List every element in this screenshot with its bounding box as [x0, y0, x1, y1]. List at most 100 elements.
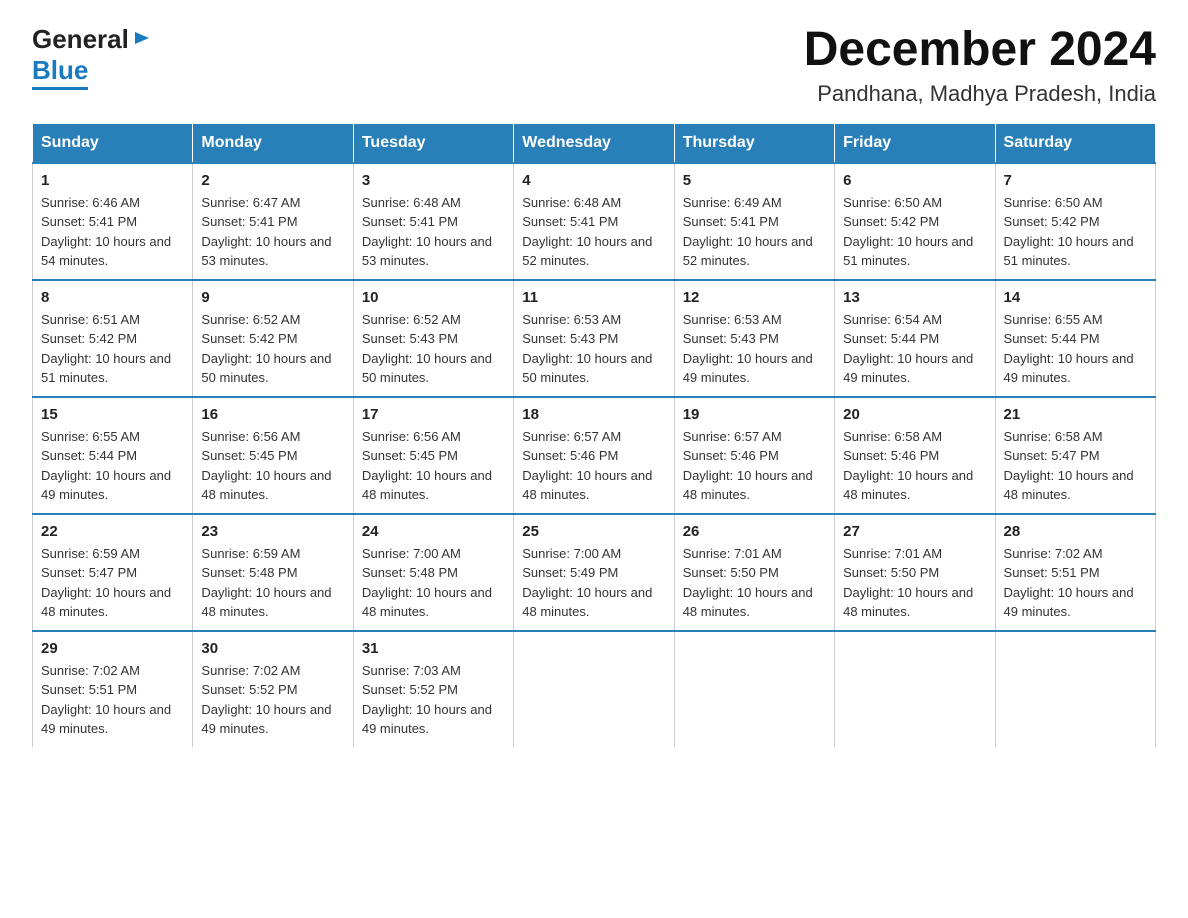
day-number: 4 — [522, 172, 665, 189]
calendar-cell — [835, 631, 995, 747]
calendar-cell — [995, 631, 1155, 747]
day-info: Sunrise: 6:59 AMSunset: 5:47 PMDaylight:… — [41, 544, 184, 622]
day-number: 29 — [41, 640, 184, 657]
day-info: Sunrise: 6:58 AMSunset: 5:47 PMDaylight:… — [1004, 427, 1147, 505]
calendar-cell: 20Sunrise: 6:58 AMSunset: 5:46 PMDayligh… — [835, 397, 995, 514]
col-header-wednesday: Wednesday — [514, 123, 674, 163]
day-number: 5 — [683, 172, 826, 189]
calendar-cell: 1 Sunrise: 6:46 AMSunset: 5:41 PMDaylight… — [33, 163, 193, 280]
calendar-cell: 25 Sunrise: 7:00 AMSunset: 5:49 PMDayligh… — [514, 514, 674, 631]
day-info: Sunrise: 6:59 AMSunset: 5:48 PMDaylight:… — [201, 544, 344, 622]
day-info: Sunrise: 6:53 AMSunset: 5:43 PMDaylight:… — [522, 310, 665, 388]
calendar-cell: 31Sunrise: 7:03 AMSunset: 5:52 PMDayligh… — [353, 631, 513, 747]
calendar-cell: 6 Sunrise: 6:50 AMSunset: 5:42 PMDaylight… — [835, 163, 995, 280]
day-info: Sunrise: 7:00 AMSunset: 5:49 PMDaylight:… — [522, 544, 665, 622]
col-header-tuesday: Tuesday — [353, 123, 513, 163]
col-header-sunday: Sunday — [33, 123, 193, 163]
calendar-cell: 18 Sunrise: 6:57 AMSunset: 5:46 PMDayligh… — [514, 397, 674, 514]
calendar-cell: 14Sunrise: 6:55 AMSunset: 5:44 PMDayligh… — [995, 280, 1155, 397]
logo-blue-text: Blue — [32, 55, 88, 90]
day-number: 30 — [201, 640, 344, 657]
calendar-cell: 26Sunrise: 7:01 AMSunset: 5:50 PMDayligh… — [674, 514, 834, 631]
calendar-cell: 9 Sunrise: 6:52 AMSunset: 5:42 PMDaylight… — [193, 280, 353, 397]
calendar-cell: 7 Sunrise: 6:50 AMSunset: 5:42 PMDaylight… — [995, 163, 1155, 280]
day-info: Sunrise: 7:03 AMSunset: 5:52 PMDaylight:… — [362, 661, 505, 739]
calendar-cell: 19Sunrise: 6:57 AMSunset: 5:46 PMDayligh… — [674, 397, 834, 514]
calendar-week-row: 22 Sunrise: 6:59 AMSunset: 5:47 PMDayligh… — [33, 514, 1156, 631]
day-number: 6 — [843, 172, 986, 189]
calendar-cell — [514, 631, 674, 747]
calendar-cell: 22 Sunrise: 6:59 AMSunset: 5:47 PMDayligh… — [33, 514, 193, 631]
month-title: December 2024 — [804, 24, 1156, 77]
day-number: 22 — [41, 523, 184, 540]
day-info: Sunrise: 6:54 AMSunset: 5:44 PMDaylight:… — [843, 310, 986, 388]
location-title: Pandhana, Madhya Pradesh, India — [804, 81, 1156, 107]
calendar-cell: 8Sunrise: 6:51 AMSunset: 5:42 PMDaylight… — [33, 280, 193, 397]
day-info: Sunrise: 6:55 AMSunset: 5:44 PMDaylight:… — [41, 427, 184, 505]
day-number: 18 — [522, 406, 665, 423]
calendar-cell: 13 Sunrise: 6:54 AMSunset: 5:44 PMDayligh… — [835, 280, 995, 397]
logo-arrow-icon — [133, 29, 151, 51]
calendar-cell: 17 Sunrise: 6:56 AMSunset: 5:45 PMDayligh… — [353, 397, 513, 514]
day-number: 9 — [201, 289, 344, 306]
calendar-cell: 30 Sunrise: 7:02 AMSunset: 5:52 PMDayligh… — [193, 631, 353, 747]
calendar-cell: 10Sunrise: 6:52 AMSunset: 5:43 PMDayligh… — [353, 280, 513, 397]
calendar-cell: 12Sunrise: 6:53 AMSunset: 5:43 PMDayligh… — [674, 280, 834, 397]
calendar-cell: 27Sunrise: 7:01 AMSunset: 5:50 PMDayligh… — [835, 514, 995, 631]
calendar-cell: 2 Sunrise: 6:47 AMSunset: 5:41 PMDaylight… — [193, 163, 353, 280]
day-number: 16 — [201, 406, 344, 423]
calendar-week-row: 8Sunrise: 6:51 AMSunset: 5:42 PMDaylight… — [33, 280, 1156, 397]
day-number: 13 — [843, 289, 986, 306]
day-info: Sunrise: 6:56 AMSunset: 5:45 PMDaylight:… — [201, 427, 344, 505]
day-info: Sunrise: 7:02 AMSunset: 5:51 PMDaylight:… — [41, 661, 184, 739]
calendar-cell: 16 Sunrise: 6:56 AMSunset: 5:45 PMDayligh… — [193, 397, 353, 514]
day-number: 11 — [522, 289, 665, 306]
calendar-header-row: SundayMondayTuesdayWednesdayThursdayFrid… — [33, 123, 1156, 163]
day-number: 2 — [201, 172, 344, 189]
day-number: 26 — [683, 523, 826, 540]
day-number: 17 — [362, 406, 505, 423]
day-info: Sunrise: 6:58 AMSunset: 5:46 PMDaylight:… — [843, 427, 986, 505]
day-number: 21 — [1004, 406, 1147, 423]
calendar-cell: 28Sunrise: 7:02 AMSunset: 5:51 PMDayligh… — [995, 514, 1155, 631]
col-header-monday: Monday — [193, 123, 353, 163]
day-number: 7 — [1004, 172, 1147, 189]
day-info: Sunrise: 6:53 AMSunset: 5:43 PMDaylight:… — [683, 310, 826, 388]
day-info: Sunrise: 6:57 AMSunset: 5:46 PMDaylight:… — [683, 427, 826, 505]
title-block: December 2024 Pandhana, Madhya Pradesh, … — [804, 24, 1156, 107]
day-number: 23 — [201, 523, 344, 540]
day-number: 3 — [362, 172, 505, 189]
calendar-week-row: 15 Sunrise: 6:55 AMSunset: 5:44 PMDayligh… — [33, 397, 1156, 514]
calendar-cell: 21 Sunrise: 6:58 AMSunset: 5:47 PMDayligh… — [995, 397, 1155, 514]
calendar-week-row: 1 Sunrise: 6:46 AMSunset: 5:41 PMDaylight… — [33, 163, 1156, 280]
calendar-cell: 4Sunrise: 6:48 AMSunset: 5:41 PMDaylight… — [514, 163, 674, 280]
col-header-friday: Friday — [835, 123, 995, 163]
calendar-table: SundayMondayTuesdayWednesdayThursdayFrid… — [32, 123, 1156, 747]
day-info: Sunrise: 6:56 AMSunset: 5:45 PMDaylight:… — [362, 427, 505, 505]
page-header: General Blue December 2024 Pandhana, Mad… — [32, 24, 1156, 107]
day-info: Sunrise: 7:02 AMSunset: 5:51 PMDaylight:… — [1004, 544, 1147, 622]
day-info: Sunrise: 6:50 AMSunset: 5:42 PMDaylight:… — [843, 193, 986, 271]
day-number: 15 — [41, 406, 184, 423]
day-number: 25 — [522, 523, 665, 540]
day-info: Sunrise: 6:46 AMSunset: 5:41 PMDaylight:… — [41, 193, 184, 271]
day-info: Sunrise: 6:47 AMSunset: 5:41 PMDaylight:… — [201, 193, 344, 271]
day-info: Sunrise: 6:57 AMSunset: 5:46 PMDaylight:… — [522, 427, 665, 505]
day-info: Sunrise: 6:50 AMSunset: 5:42 PMDaylight:… — [1004, 193, 1147, 271]
col-header-thursday: Thursday — [674, 123, 834, 163]
calendar-cell: 15 Sunrise: 6:55 AMSunset: 5:44 PMDayligh… — [33, 397, 193, 514]
logo-general-text: General — [32, 24, 129, 55]
calendar-cell: 5Sunrise: 6:49 AMSunset: 5:41 PMDaylight… — [674, 163, 834, 280]
calendar-cell: 29 Sunrise: 7:02 AMSunset: 5:51 PMDayligh… — [33, 631, 193, 747]
day-info: Sunrise: 6:52 AMSunset: 5:43 PMDaylight:… — [362, 310, 505, 388]
calendar-cell — [674, 631, 834, 747]
day-info: Sunrise: 7:00 AMSunset: 5:48 PMDaylight:… — [362, 544, 505, 622]
day-info: Sunrise: 6:48 AMSunset: 5:41 PMDaylight:… — [362, 193, 505, 271]
calendar-cell: 3 Sunrise: 6:48 AMSunset: 5:41 PMDaylight… — [353, 163, 513, 280]
day-info: Sunrise: 6:55 AMSunset: 5:44 PMDaylight:… — [1004, 310, 1147, 388]
day-info: Sunrise: 6:52 AMSunset: 5:42 PMDaylight:… — [201, 310, 344, 388]
day-number: 1 — [41, 172, 184, 189]
calendar-cell: 24Sunrise: 7:00 AMSunset: 5:48 PMDayligh… — [353, 514, 513, 631]
calendar-cell: 23 Sunrise: 6:59 AMSunset: 5:48 PMDayligh… — [193, 514, 353, 631]
day-info: Sunrise: 7:02 AMSunset: 5:52 PMDaylight:… — [201, 661, 344, 739]
